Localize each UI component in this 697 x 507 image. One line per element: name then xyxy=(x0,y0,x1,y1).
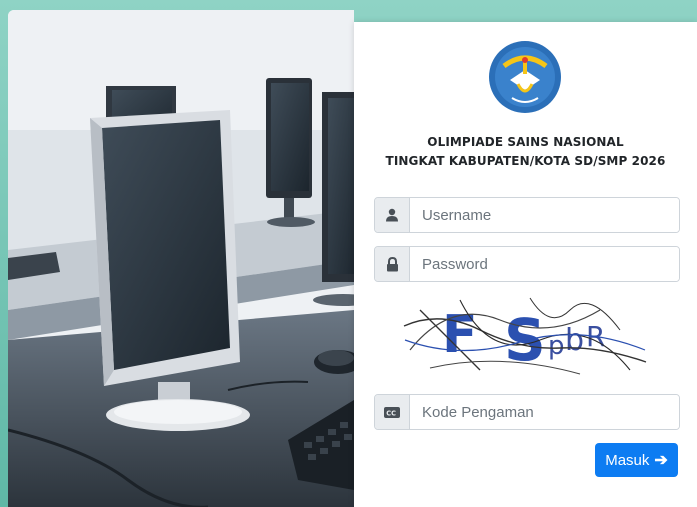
captcha-input[interactable] xyxy=(410,395,679,429)
user-icon xyxy=(375,198,410,232)
username-field xyxy=(374,197,680,233)
arrow-right-icon: ➔ xyxy=(654,452,668,469)
tut-wuri-handayani-logo-icon xyxy=(489,41,561,113)
page-title-line-2: TINGKAT KABUPATEN/KOTA SD/SMP 2026 xyxy=(385,154,666,168)
login-card: OLIMPIADE SAINS NASIONAL TINGKAT KABUPAT… xyxy=(354,22,697,507)
lock-icon xyxy=(375,247,410,281)
computer-lab-illustration xyxy=(8,10,354,507)
hero-image xyxy=(8,10,354,507)
username-input[interactable] xyxy=(410,198,679,232)
captcha-field: CC xyxy=(374,394,680,430)
login-button[interactable]: Masuk ➔ xyxy=(595,443,678,477)
page-title-line-1: OLIMPIADE SAINS NASIONAL xyxy=(427,135,624,149)
closed-captioning-icon: CC xyxy=(375,395,410,429)
password-field xyxy=(374,246,680,282)
login-button-label: Masuk xyxy=(605,451,650,469)
password-input[interactable] xyxy=(410,247,679,281)
svg-text:b: b xyxy=(565,323,584,358)
captcha-image: F S p b R xyxy=(403,297,647,375)
svg-text:CC: CC xyxy=(386,409,396,417)
